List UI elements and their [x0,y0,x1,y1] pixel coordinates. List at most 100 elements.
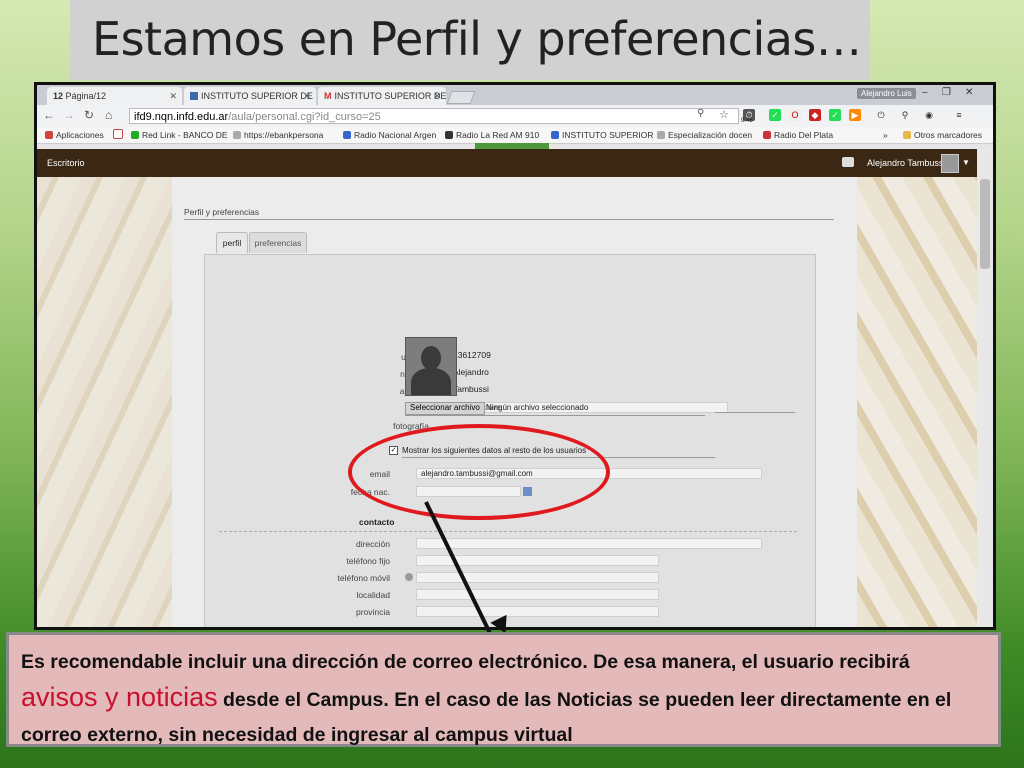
extension-orange-icon[interactable]: ▶ [849,109,861,121]
back-icon[interactable]: ← [43,108,55,122]
extension-check-icon[interactable]: ✓ [769,109,781,121]
extension-red-icon[interactable]: ◆ [809,109,821,121]
tab-instituto-2[interactable]: M INSTITUTO SUPERIOR DE ✕ [318,87,446,105]
radio-icon [763,131,771,139]
opera-icon[interactable]: O [789,109,801,121]
zoom-icon[interactable]: ⚲ [697,108,704,119]
bookmark-radio-del-plata[interactable]: Radio Del Plata [763,127,833,143]
select-file-button[interactable]: Seleccionar archivo [405,402,485,415]
minimize-icon[interactable]: – [922,87,928,98]
profile-button[interactable]: Alejandro Luis [857,88,916,99]
user-name[interactable]: Alejandro Tambussi [867,149,945,177]
direccion-label: dirección [355,539,390,549]
radio-icon [445,131,453,139]
forward-icon[interactable]: → [63,108,75,122]
chevron-down-icon[interactable]: ▼ [962,149,970,177]
folder-icon [903,131,911,139]
tab-label: INSTITUTO SUPERIOR DE [201,91,313,101]
page-icon [657,131,665,139]
browser-screenshot: 12 Página/12 ✕ INSTITUTO SUPERIOR DE ✕ M… [34,82,996,630]
callout-note: Es recomendable incluir una dirección de… [6,632,1001,747]
avatar-placeholder-icon [421,346,441,370]
page-icon [233,131,241,139]
menu-escritorio[interactable]: Escritorio [47,149,85,177]
tab-pagina12[interactable]: 12 Página/12 ✕ [47,87,182,105]
bookmark-especializacion[interactable]: Especialización docen [657,127,752,143]
new-tab-button[interactable] [446,91,476,104]
foto-label: fotografía [393,421,429,431]
radio-icon [343,131,351,139]
tab-perfil[interactable]: perfil [216,232,248,253]
scrollbar[interactable] [977,149,993,627]
profile-photo [405,337,457,396]
avatar[interactable] [941,154,959,173]
slide-title: Estamos en Perfil y preferencias… [92,12,862,66]
divider [184,219,834,220]
nombre-value: Alejandro [453,367,489,377]
slide-title-box: Estamos en Perfil y preferencias… [70,0,870,80]
extension-check-icon[interactable]: ✓ [829,109,841,121]
extension-search-icon[interactable]: ⚲ [899,109,911,121]
tab-instituto-1[interactable]: INSTITUTO SUPERIOR DE ✕ [184,87,316,105]
extension-power-icon[interactable]: ⏻ [875,109,887,121]
bookmark-radio-nacional[interactable]: Radio Nacional Argen [343,127,436,143]
bookmark-instituto[interactable]: INSTITUTO SUPERIOR [551,127,653,143]
bookmark-ebank[interactable]: https://ebankpersona [233,127,323,143]
file-status: Ningún archivo seleccionado [486,403,589,412]
page-title: Perfil y preferencias [184,207,260,217]
apellido-value: Tambussi [453,384,489,394]
url-input[interactable]: ifd9.nqn.infd.edu.ar/aula/personal.cgi?i… [129,108,739,124]
usuario-value: 13612709 [453,350,491,360]
reload-icon[interactable]: ↻ [84,108,94,122]
background-texture-right [857,177,977,627]
globe-icon [551,131,559,139]
extension-time: 9:45 [741,118,753,124]
background-texture-left [37,177,172,627]
bookmarks-bar: Aplicaciones Red Link - BANCO DE https:/… [37,127,993,144]
direccion-field[interactable] [416,538,762,549]
apps-icon [45,131,53,139]
briefcase-icon[interactable] [842,157,854,167]
localidad-label: localidad [356,590,390,600]
extension-play-icon[interactable]: ◉ [923,109,935,121]
star-icon[interactable]: ☆ [719,108,729,121]
tab-preferencias[interactable]: preferencias [249,232,307,253]
pagina12-icon: 12 [53,91,64,101]
bookmark-redlink[interactable]: Red Link - BANCO DE [131,127,228,143]
close-icon[interactable]: ✕ [433,87,441,105]
help-icon[interactable] [405,573,413,581]
app-top-bar: Escritorio Alejandro Tambussi ▼ [37,149,977,177]
telefono-fijo-label: teléfono fijo [346,556,390,566]
divider [405,415,705,416]
link-icon [131,131,139,139]
url-host: ifd9.nqn.infd.edu.ar [134,111,229,123]
close-icon[interactable]: ✕ [169,87,177,105]
bookmark-radio-la-red[interactable]: Radio La Red AM 910 [445,127,539,143]
bookmark-apps[interactable]: Aplicaciones [45,127,104,143]
bookmark-google[interactable] [113,127,126,143]
provincia-field[interactable] [416,606,659,617]
tab-label: Página/12 [65,91,107,101]
provincia-label: provincia [355,607,390,617]
restore-icon[interactable]: ❐ [942,87,951,98]
note-highlight: avisos y noticias [21,682,218,712]
localidad-field[interactable] [416,589,659,600]
note-text-1: Es recomendable incluir una dirección de… [21,651,910,673]
address-bar: ← → ↻ ⌂ ifd9.nqn.infd.edu.ar/aula/person… [37,105,993,127]
dashed-divider [219,531,797,532]
highlight-ellipse [348,424,610,520]
contacto-header: contacto [359,517,395,527]
close-window-icon[interactable]: ✕ [965,87,973,98]
scrollbar-thumb[interactable] [980,179,990,269]
close-icon[interactable]: ✕ [303,87,311,105]
home-icon[interactable]: ⌂ [105,108,112,122]
browser-tab-bar: 12 Página/12 ✕ INSTITUTO SUPERIOR DE ✕ M… [37,85,993,105]
telefono-movil-label: teléfono móvil [337,573,390,583]
telefono-movil-field[interactable] [416,572,659,583]
tab-label: INSTITUTO SUPERIOR DE [334,91,447,101]
favicon-icon [190,92,198,100]
bookmark-otros[interactable]: Otros marcadores [903,127,982,143]
divider [715,412,795,413]
menu-icon[interactable]: ≡ [953,109,965,121]
bookmarks-overflow[interactable]: » [883,127,888,143]
